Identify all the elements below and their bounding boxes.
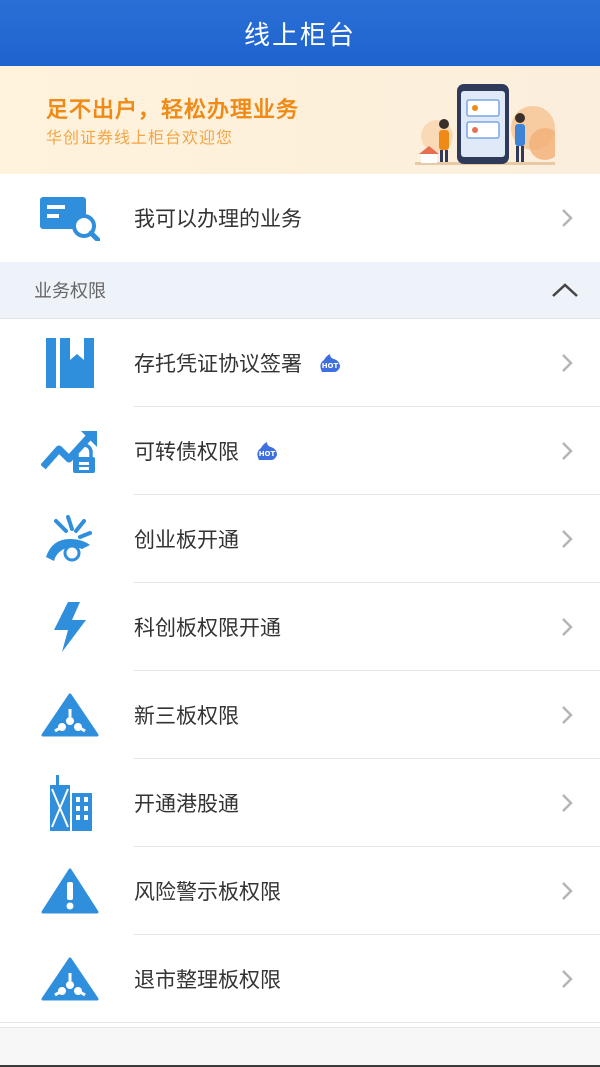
chevron-right-icon — [556, 792, 578, 814]
banner-headline: 足不出户，轻松办理业务 — [46, 98, 300, 123]
permission-item-chinext[interactable]: 创业板开通 — [0, 495, 600, 583]
top-header: 线上柜台 — [0, 0, 600, 66]
my-services-label: 我可以办理的业务 — [134, 207, 302, 231]
permissions-section-header[interactable]: 业务权限 — [0, 262, 600, 319]
permission-label: 创业板开通 — [134, 528, 239, 552]
permission-label: 存托凭证协议签署 — [134, 352, 302, 376]
divider — [0, 1022, 600, 1023]
permission-label: 可转债权限 — [134, 440, 239, 464]
bottom-area — [0, 1027, 600, 1067]
hot-badge-text: HOT — [259, 450, 276, 458]
chevron-right-icon — [556, 352, 578, 374]
permission-item-hk-connect[interactable]: 开通港股通 — [0, 759, 600, 847]
permission-item-convertible-bond[interactable]: 可转债权限 HOT — [0, 407, 600, 495]
building-icon — [40, 775, 100, 831]
permission-item-neeq[interactable]: 新三板权限 — [0, 671, 600, 759]
hot-badge-icon: HOT — [253, 440, 281, 462]
bookmark-book-icon — [40, 337, 100, 389]
permission-item-star-market[interactable]: 科创板权限开通 — [0, 583, 600, 671]
permission-item-depositary-receipt[interactable]: 存托凭证协议签署 HOT — [0, 319, 600, 407]
hot-badge-text: HOT — [322, 362, 339, 370]
banner-subtitle: 华创证券线上柜台欢迎您 — [46, 128, 234, 147]
chevron-right-icon — [556, 704, 578, 726]
hot-badge-icon: HOT — [316, 352, 344, 374]
search-document-icon — [40, 192, 100, 244]
permission-label: 新三板权限 — [134, 704, 239, 728]
promo-banner[interactable]: 足不出户，轻松办理业务 华创证券线上柜台欢迎您 — [0, 66, 600, 174]
section-title: 业务权限 — [34, 281, 106, 302]
chevron-right-icon — [556, 207, 578, 229]
triangle-network-icon — [40, 689, 100, 741]
triangle-network-icon — [40, 953, 100, 1005]
permission-label: 风险警示板权限 — [134, 880, 281, 904]
chevron-up-icon[interactable] — [550, 280, 580, 300]
permissions-list: 存托凭证协议签署 HOT 可转债权限 HOT 创业板开通 科创板权限开通 新三板… — [0, 319, 600, 1023]
trend-lock-icon — [40, 425, 100, 477]
chevron-right-icon — [556, 440, 578, 462]
page-title: 线上柜台 — [243, 20, 356, 51]
chevron-right-icon — [556, 528, 578, 550]
chevron-right-icon — [556, 616, 578, 638]
permission-item-delisting[interactable]: 退市整理板权限 — [0, 935, 600, 1023]
lightning-icon — [40, 601, 100, 653]
warning-icon — [40, 865, 100, 917]
permission-label: 退市整理板权限 — [134, 968, 281, 992]
chevron-right-icon — [556, 968, 578, 990]
permission-label: 科创板权限开通 — [134, 616, 281, 640]
permission-label: 开通港股通 — [134, 792, 239, 816]
my-services-row[interactable]: 我可以办理的业务 — [0, 174, 600, 263]
sprout-hand-icon — [40, 513, 100, 565]
banner-illustration-icon — [415, 84, 555, 165]
app-page: 线上柜台 足不出户，轻松办理业务 华创证券线上柜台欢迎您 我可以办理的业务 业务… — [0, 0, 600, 1067]
chevron-right-icon — [556, 880, 578, 902]
permission-item-risk-warning[interactable]: 风险警示板权限 — [0, 847, 600, 935]
